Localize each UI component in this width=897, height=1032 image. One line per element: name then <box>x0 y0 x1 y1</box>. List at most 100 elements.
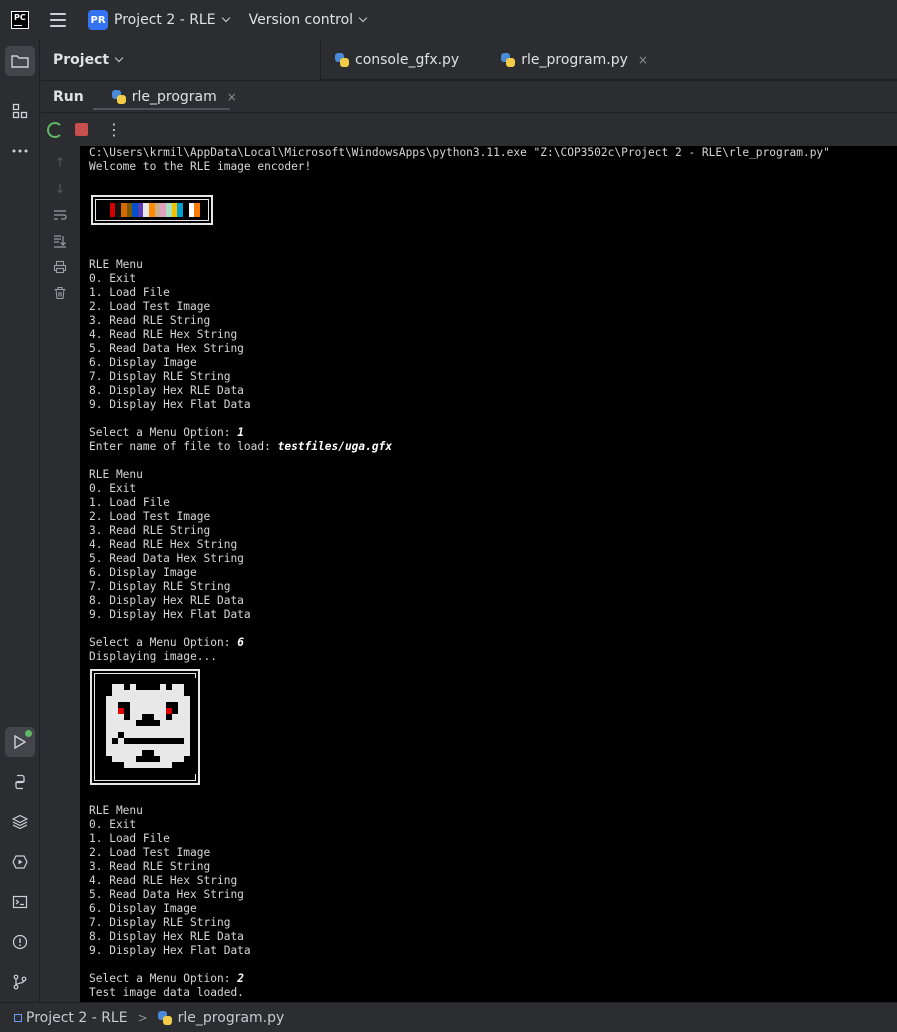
menu-item: 2. Load Test Image <box>89 846 211 859</box>
menu-item: 7. Display RLE String <box>89 580 231 593</box>
structure-icon[interactable] <box>5 96 35 126</box>
menu-item: 9. Display Hex Flat Data <box>89 944 251 957</box>
status-file[interactable]: rle_program.py <box>178 1010 285 1026</box>
run-tab-label: rle_program <box>131 88 217 105</box>
pixel-grid <box>100 678 196 774</box>
color-bar-image <box>91 195 213 225</box>
run-icon[interactable] <box>5 727 35 757</box>
menu-item: 8. Display Hex RLE Data <box>89 930 244 943</box>
menu-item: 5. Read Data Hex String <box>89 552 244 565</box>
chevron-down-icon[interactable] <box>358 13 368 23</box>
color-swatch <box>194 203 200 217</box>
problems-icon[interactable] <box>5 927 35 957</box>
menu-title: RLE Menu <box>89 804 143 817</box>
user-input: 2 <box>237 972 244 985</box>
displayed-image <box>90 669 200 785</box>
menu-item: 7. Display RLE String <box>89 370 231 383</box>
menu-item: 0. Exit <box>89 482 137 495</box>
prompt-text: Select a Menu Option: <box>89 636 238 649</box>
run-panel-title: Run <box>53 88 84 105</box>
more-tools-icon[interactable] <box>5 136 35 166</box>
services-icon[interactable] <box>5 847 35 877</box>
title-bar: PC PR Project 2 - RLE Version control <box>0 0 897 40</box>
stop-icon[interactable] <box>75 123 88 136</box>
menu-title: RLE Menu <box>89 258 143 271</box>
python-file-icon <box>157 1010 172 1025</box>
version-control-button[interactable]: Version control <box>249 12 353 28</box>
arrow-down-icon[interactable]: ↓ <box>52 182 68 198</box>
menu-item: 0. Exit <box>89 818 137 831</box>
editor-tab-bar: console_gfx.py rle_program.py × <box>320 40 897 80</box>
python-file-icon <box>111 89 126 104</box>
print-icon[interactable] <box>52 260 68 276</box>
prompt-text: Select a Menu Option: <box>89 972 238 985</box>
menu-item: 4. Read RLE Hex String <box>89 538 238 551</box>
terminal-icon[interactable] <box>5 887 35 917</box>
user-input: 6 <box>237 636 244 649</box>
tab-console-gfx[interactable]: console_gfx.py <box>321 40 473 80</box>
chevron-down-icon[interactable] <box>114 53 124 63</box>
main-menu-icon[interactable] <box>50 13 66 27</box>
console-line: Test image data loaded. <box>89 986 244 999</box>
tab-label: console_gfx.py <box>355 51 460 68</box>
menu-item: 5. Read Data Hex String <box>89 888 244 901</box>
console-line: C:\Users\krmil\AppData\Local\Microsoft\W… <box>89 146 830 159</box>
active-tab-underline <box>93 108 230 110</box>
project-folder-icon[interactable] <box>5 46 35 76</box>
menu-item: 8. Display Hex RLE Data <box>89 384 244 397</box>
close-icon[interactable]: × <box>638 53 648 67</box>
menu-item: 3. Read RLE String <box>89 860 211 873</box>
menu-item: 1. Load File <box>89 496 170 509</box>
project-name[interactable]: Project 2 - RLE <box>114 12 216 28</box>
prompt-text: Select a Menu Option: <box>89 426 238 439</box>
console-output[interactable]: C:\Users\krmil\AppData\Local\Microsoft\W… <box>80 146 897 1002</box>
menu-item: 9. Display Hex Flat Data <box>89 608 251 621</box>
menu-title: RLE Menu <box>89 468 143 481</box>
menu-item: 2. Load Test Image <box>89 300 211 313</box>
arrow-up-icon[interactable]: ↑ <box>52 156 68 172</box>
scroll-to-end-icon[interactable] <box>52 234 68 250</box>
menu-item: 4. Read RLE Hex String <box>89 874 238 887</box>
user-input: 1 <box>237 426 244 439</box>
project-panel-header[interactable]: Project <box>41 40 320 80</box>
rerun-icon[interactable] <box>47 121 63 138</box>
python-packages-icon[interactable] <box>5 807 35 837</box>
color-swatches <box>95 199 209 221</box>
more-options-icon[interactable]: ⋮ <box>106 121 122 138</box>
python-console-icon[interactable] <box>5 767 35 797</box>
console-line: Displaying image... <box>89 650 217 663</box>
menu-item: 1. Load File <box>89 832 170 845</box>
project-badge[interactable]: PR <box>88 10 108 30</box>
console-gutter: ↑ ↓ <box>41 146 80 1002</box>
menu-item: 3. Read RLE String <box>89 314 211 327</box>
tab-label: rle_program.py <box>521 51 628 68</box>
menu-item: 6. Display Image <box>89 356 197 369</box>
menu-item: 3. Read RLE String <box>89 524 211 537</box>
chevron-down-icon[interactable] <box>221 13 230 23</box>
console-line: Select a Menu Option: 1 <box>89 426 897 440</box>
run-toolbar: ⋮ <box>41 112 897 146</box>
status-project[interactable]: Project 2 - RLE <box>26 1010 128 1026</box>
tab-rle-program[interactable]: rle_program.py × <box>487 40 662 80</box>
pycharm-logo-icon[interactable]: PC <box>11 11 29 29</box>
soft-wrap-icon[interactable] <box>52 208 68 224</box>
user-input: testfiles/uga.gfx <box>277 440 393 453</box>
trash-icon[interactable] <box>52 286 68 302</box>
menu-item: 5. Read Data Hex String <box>89 342 244 355</box>
git-branch-icon[interactable] <box>5 967 35 997</box>
menu-item: 9. Display Hex Flat Data <box>89 398 251 411</box>
console-line: Select a Menu Option: 6 <box>89 636 897 650</box>
close-icon[interactable]: × <box>227 90 237 104</box>
status-bar: Project 2 - RLE > rle_program.py <box>0 1002 897 1032</box>
menu-item: 6. Display Image <box>89 566 197 579</box>
menu-item: 2. Load Test Image <box>89 510 211 523</box>
console-line: Enter name of file to load: testfiles/ug… <box>89 440 897 454</box>
running-indicator <box>25 730 32 737</box>
menu-item: 1. Load File <box>89 286 170 299</box>
python-file-icon <box>335 52 349 67</box>
console-line: Select a Menu Option: 2 <box>89 972 897 986</box>
menu-item: 6. Display Image <box>89 902 197 915</box>
image-frame <box>94 673 196 781</box>
image-pixel <box>190 768 196 774</box>
menu-item: 0. Exit <box>89 272 137 285</box>
